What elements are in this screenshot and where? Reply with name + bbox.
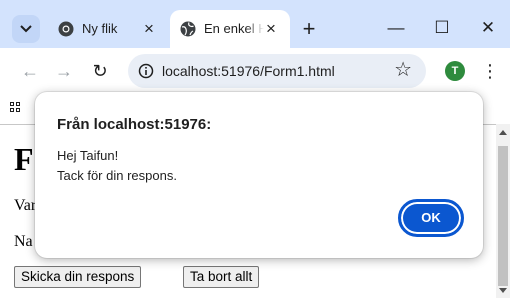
vertical-scrollbar[interactable]: [496, 124, 510, 298]
tab-search-button[interactable]: [12, 15, 40, 43]
page-text-line: Var: [14, 197, 37, 214]
page-heading: F: [14, 141, 34, 177]
url-text: localhost:51976/Form1.html: [162, 63, 335, 79]
tab-strip: Ny flik × En enkel H × + — ☐ ✕: [0, 0, 510, 48]
dialog-message-line: Hej Taifun!: [57, 148, 119, 163]
reload-icon[interactable]: ↻: [89, 60, 111, 82]
minimize-button[interactable]: —: [386, 18, 406, 38]
tab-en-enkel[interactable]: En enkel H ×: [170, 10, 290, 48]
submit-response-button[interactable]: Skicka din respons: [14, 266, 142, 288]
clear-all-button[interactable]: Ta bort allt: [183, 266, 260, 288]
chevron-down-icon: [20, 25, 32, 33]
close-tab-icon[interactable]: ×: [140, 20, 158, 38]
kebab-menu-icon[interactable]: ⋮: [481, 60, 499, 82]
forward-arrow-icon[interactable]: →: [53, 60, 75, 82]
close-window-button[interactable]: ✕: [478, 18, 498, 38]
page-text-line: Na: [14, 233, 33, 250]
info-icon[interactable]: [138, 63, 154, 79]
address-bar[interactable]: localhost:51976/Form1.html ☆: [128, 54, 426, 88]
ok-button[interactable]: OK: [398, 199, 464, 237]
scroll-down-icon[interactable]: [499, 288, 507, 293]
apps-grid-icon[interactable]: [10, 102, 22, 116]
tab-title: En enkel H: [204, 21, 264, 36]
chrome-icon: [58, 21, 74, 37]
close-tab-icon[interactable]: ×: [262, 20, 280, 38]
alert-dialog: Från localhost:51976: Hej Taifun! Tack f…: [35, 92, 483, 258]
star-icon[interactable]: ☆: [394, 59, 412, 81]
new-tab-button[interactable]: +: [298, 18, 320, 40]
dialog-title: Från localhost:51976:: [57, 116, 212, 133]
scroll-up-icon[interactable]: [499, 130, 507, 135]
dialog-message-line: Tack för din respons.: [57, 168, 177, 183]
maximize-button[interactable]: ☐: [432, 18, 452, 38]
profile-avatar[interactable]: T: [445, 61, 465, 81]
browser-toolbar: ← → ↻ localhost:51976/Form1.html ☆ T ⋮: [0, 48, 510, 94]
tab-ny-flik[interactable]: Ny flik ×: [48, 10, 168, 48]
scroll-thumb[interactable]: [498, 146, 508, 286]
globe-icon: [180, 21, 196, 37]
back-arrow-icon[interactable]: ←: [19, 60, 41, 82]
tab-title: Ny flik: [82, 21, 118, 36]
